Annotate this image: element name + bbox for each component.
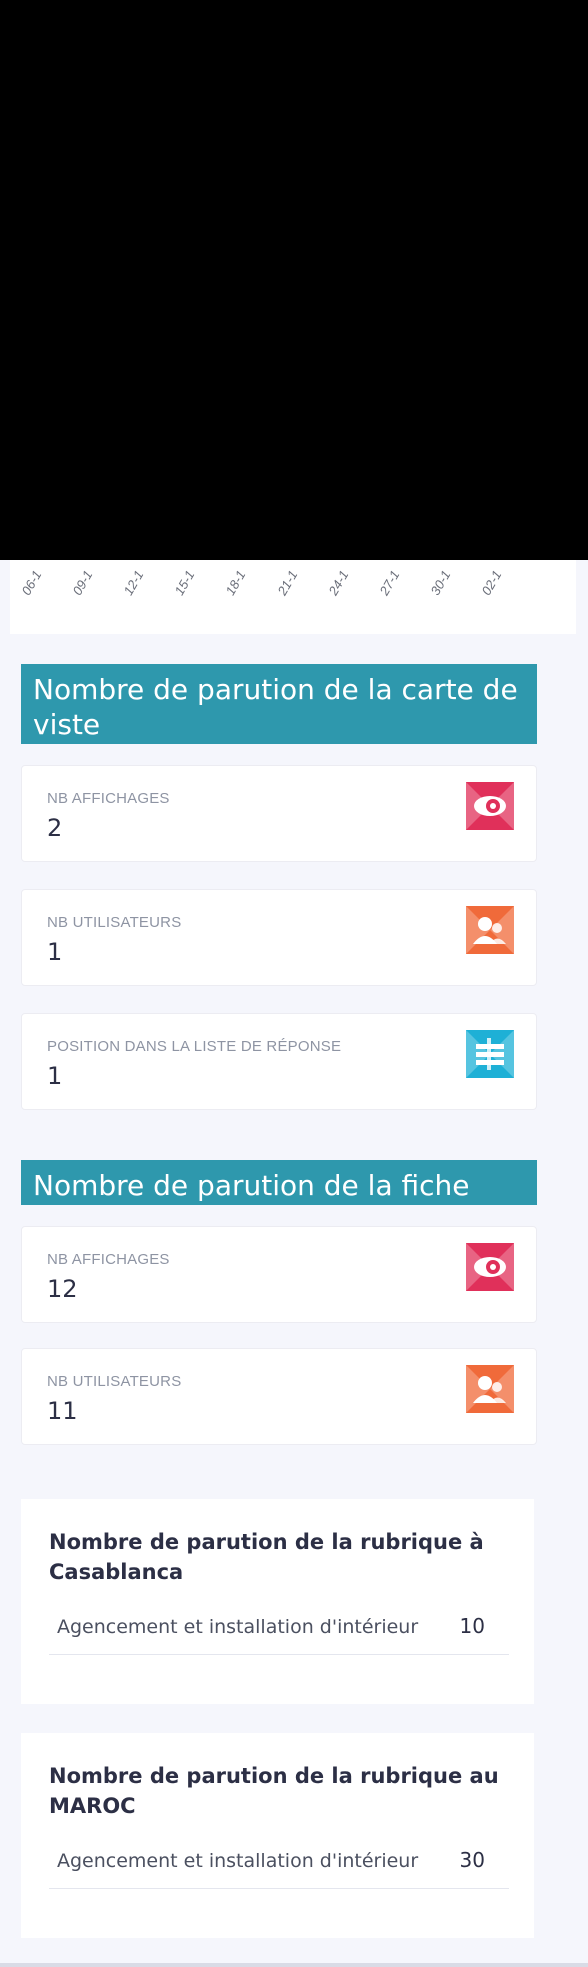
chart-x-axis: 06-1 09-1 12-1 15-1 18-1 21-1 24-1 27-1 … (0, 0, 566, 634)
rubrique-count: 10 (459, 1614, 485, 1638)
list-item: Agencement et installation d'intérieur 3… (49, 1844, 509, 1889)
rubrique-count: 30 (459, 1848, 485, 1872)
x-tick-label: 06-1 (18, 567, 45, 598)
x-tick-label: 24-1 (325, 567, 352, 598)
x-tick-label: 18-1 (222, 567, 249, 598)
page-bottom-divider (0, 1963, 588, 1967)
stat-label: POSITION DANS LA LISTE DE RÉPONSE (47, 1038, 342, 1055)
list-icon (466, 1030, 514, 1078)
x-tick-label: 12-1 (120, 567, 147, 598)
stat-value: 1 (47, 938, 63, 966)
x-tick-label: 02-1 (478, 567, 505, 598)
x-tick-label: 09-1 (69, 567, 96, 598)
stat-card-utilisateurs: NB UTILISATEURS 11 (21, 1348, 537, 1445)
stat-label: NB UTILISATEURS (47, 914, 182, 931)
rubrique-name: Agencement et installation d'intérieur (57, 1616, 419, 1638)
x-tick-label: 30-1 (427, 567, 454, 598)
x-tick-label: 27-1 (376, 567, 403, 598)
users-icon (466, 1365, 514, 1413)
stat-value: 2 (47, 814, 63, 842)
stat-card-position: POSITION DANS LA LISTE DE RÉPONSE 1 (21, 1013, 537, 1110)
x-tick-label: 15-1 (171, 567, 198, 598)
eye-icon (466, 1243, 514, 1291)
list-item: Agencement et installation d'intérieur 1… (49, 1610, 509, 1655)
rubrique-name: Agencement et installation d'intérieur (57, 1850, 419, 1872)
fiche-section-title: Nombre de parution de la fiche (21, 1160, 537, 1205)
stat-card-affichages: NB AFFICHAGES 12 (21, 1226, 537, 1323)
stat-card-utilisateurs: NB UTILISATEURS 1 (21, 889, 537, 986)
stat-label: NB AFFICHAGES (47, 1251, 170, 1268)
carte-section-title: Nombre de parution de la carte de viste (21, 664, 537, 744)
stat-label: NB AFFICHAGES (47, 790, 170, 807)
x-tick-label: 21-1 (274, 567, 301, 598)
stat-card-affichages: NB AFFICHAGES 2 (21, 765, 537, 862)
stat-value: 11 (47, 1397, 78, 1425)
users-icon (466, 906, 514, 954)
stat-label: NB UTILISATEURS (47, 1373, 182, 1390)
eye-icon (466, 782, 514, 830)
rubrique-casablanca-card: Nombre de parution de la rubrique à Casa… (21, 1499, 534, 1704)
rubrique-title: Nombre de parution de la rubrique à Casa… (49, 1530, 484, 1584)
rubrique-maroc-card: Nombre de parution de la rubrique au MAR… (21, 1733, 534, 1938)
stat-value: 1 (47, 1062, 63, 1090)
stat-value: 12 (47, 1275, 78, 1303)
rubrique-title: Nombre de parution de la rubrique au MAR… (49, 1764, 499, 1818)
